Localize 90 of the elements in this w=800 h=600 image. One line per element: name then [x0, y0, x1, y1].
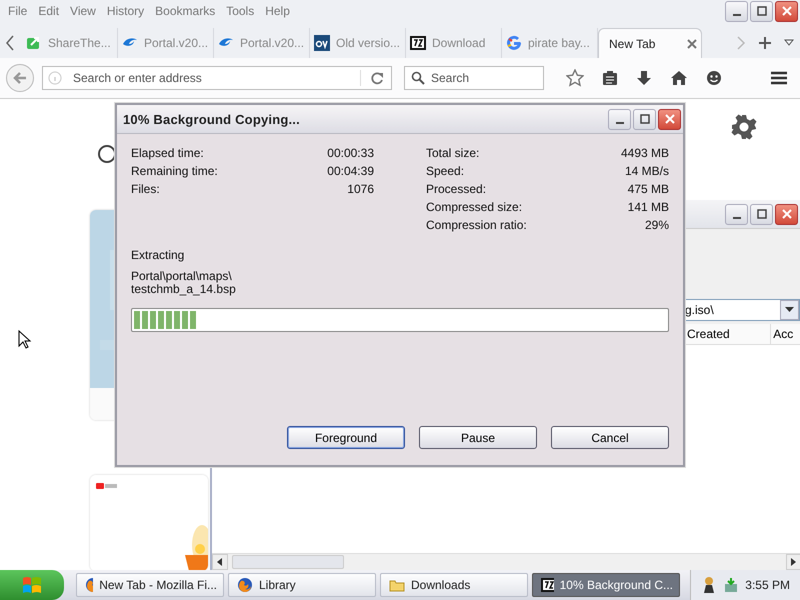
stat-value: 14 MB/s: [624, 164, 669, 178]
reading-list-icon[interactable]: [602, 70, 618, 86]
minimize-button[interactable]: [608, 108, 631, 130]
file-path: testchmb_a_14.bsp: [131, 283, 237, 296]
network-icon[interactable]: [723, 577, 740, 593]
stat-label: Elapsed time:: [131, 146, 204, 160]
mouse-cursor: [18, 330, 32, 350]
minimize-icon: [732, 216, 740, 218]
minimize-button[interactable]: [725, 204, 748, 224]
close-icon: [782, 6, 792, 16]
bookmark-star-icon[interactable]: [566, 69, 584, 87]
address-bar[interactable]: Search or enter address: [42, 66, 392, 90]
scroll-left-button[interactable]: [212, 554, 228, 570]
close-tab-icon[interactable]: [687, 38, 697, 48]
address-field[interactable]: Search or enter address: [71, 70, 360, 86]
smiley-icon[interactable]: [706, 70, 722, 86]
menu-item[interactable]: Bookmarks: [153, 4, 224, 18]
dropdown-icon[interactable]: [784, 39, 794, 47]
close-button[interactable]: [775, 0, 798, 22]
maximize-button[interactable]: [750, 0, 773, 22]
dialog-title: 10% Background Copying...: [123, 112, 300, 126]
search-box[interactable]: Search: [404, 66, 544, 90]
site-icon: [314, 35, 330, 51]
new-tab-icon[interactable]: [758, 36, 772, 50]
home-icon[interactable]: [670, 70, 688, 86]
taskbar-button[interactable]: New Tab - Mozilla Fi...: [76, 573, 224, 597]
close-button[interactable]: [658, 108, 681, 130]
stat-label: Speed:: [426, 164, 464, 178]
maximize-icon: [640, 114, 650, 124]
file-path: Portal\portal\maps\: [131, 270, 233, 283]
menu-item[interactable]: View: [68, 4, 105, 18]
stat-label: Compression ratio:: [426, 218, 527, 232]
stat-value: 1076: [347, 182, 374, 196]
left-arrow-icon: [217, 558, 223, 566]
right-arrow-icon: [791, 558, 797, 566]
menu-item[interactable]: Edit: [36, 4, 68, 18]
dropdown-button[interactable]: [780, 300, 799, 320]
stat-label: Compressed size:: [426, 200, 522, 214]
clock: 3:55 PM: [745, 578, 790, 592]
site-icon: [506, 35, 522, 51]
maximize-button[interactable]: [750, 204, 773, 224]
stat-value: 475 MB: [628, 182, 669, 196]
app-icon: [541, 577, 554, 593]
scroll-left-icon[interactable]: [4, 34, 16, 52]
start-button[interactable]: [0, 570, 64, 600]
maximize-button[interactable]: [633, 108, 656, 130]
close-icon: [664, 114, 674, 124]
stat-label: Processed:: [426, 182, 486, 196]
download-icon[interactable]: [636, 70, 652, 86]
menu-icon[interactable]: [770, 70, 788, 86]
stat-label: Files:: [131, 182, 160, 196]
maximize-icon: [756, 6, 766, 16]
close-icon: [782, 209, 792, 219]
menu-item[interactable]: File: [6, 4, 36, 18]
minimize-icon: [732, 14, 740, 16]
back-button[interactable]: [6, 64, 34, 92]
site-icon: [410, 35, 426, 51]
taskbar-button[interactable]: Library: [228, 573, 376, 597]
minimize-icon: [616, 122, 624, 124]
browser-tab[interactable]: New Tab: [598, 28, 702, 58]
back-arrow-icon: [13, 71, 27, 85]
status-text: Extracting: [131, 248, 186, 262]
stat-value: 141 MB: [628, 200, 669, 214]
search-field[interactable]: Search: [429, 70, 543, 86]
stat-value: 00:00:33: [327, 146, 374, 160]
app-icon: [85, 577, 94, 593]
menu-item[interactable]: History: [104, 4, 154, 18]
stat-label: Total size:: [426, 146, 480, 160]
menu-item[interactable]: Tools: [224, 4, 264, 18]
windows-logo-icon: [21, 575, 43, 595]
settings-icon[interactable]: [731, 114, 757, 140]
app-icon: [237, 577, 253, 593]
taskbar-button[interactable]: Downloads: [380, 573, 528, 597]
stat-label: Remaining time:: [131, 164, 218, 178]
menu-item[interactable]: Help: [263, 4, 299, 18]
dialog-button[interactable]: Cancel: [551, 426, 669, 449]
dialog-button[interactable]: Foreground: [287, 426, 405, 449]
scrollbar-thumb[interactable]: [232, 555, 344, 569]
dialog-button[interactable]: Pause: [419, 426, 537, 449]
stat-value: 00:04:39: [327, 164, 374, 178]
stat-value: 4493 MB: [620, 146, 669, 160]
site-icon: [26, 35, 42, 51]
stat-value: 29%: [644, 218, 669, 232]
column-header[interactable]: Acc: [771, 324, 800, 344]
maximize-icon: [756, 209, 766, 219]
close-button[interactable]: [775, 204, 798, 224]
taskbar-button[interactable]: 10% Background C...: [532, 573, 680, 597]
minimize-button[interactable]: [725, 0, 748, 22]
caret-icon: [785, 307, 794, 313]
scroll-right-button[interactable]: [786, 554, 800, 570]
